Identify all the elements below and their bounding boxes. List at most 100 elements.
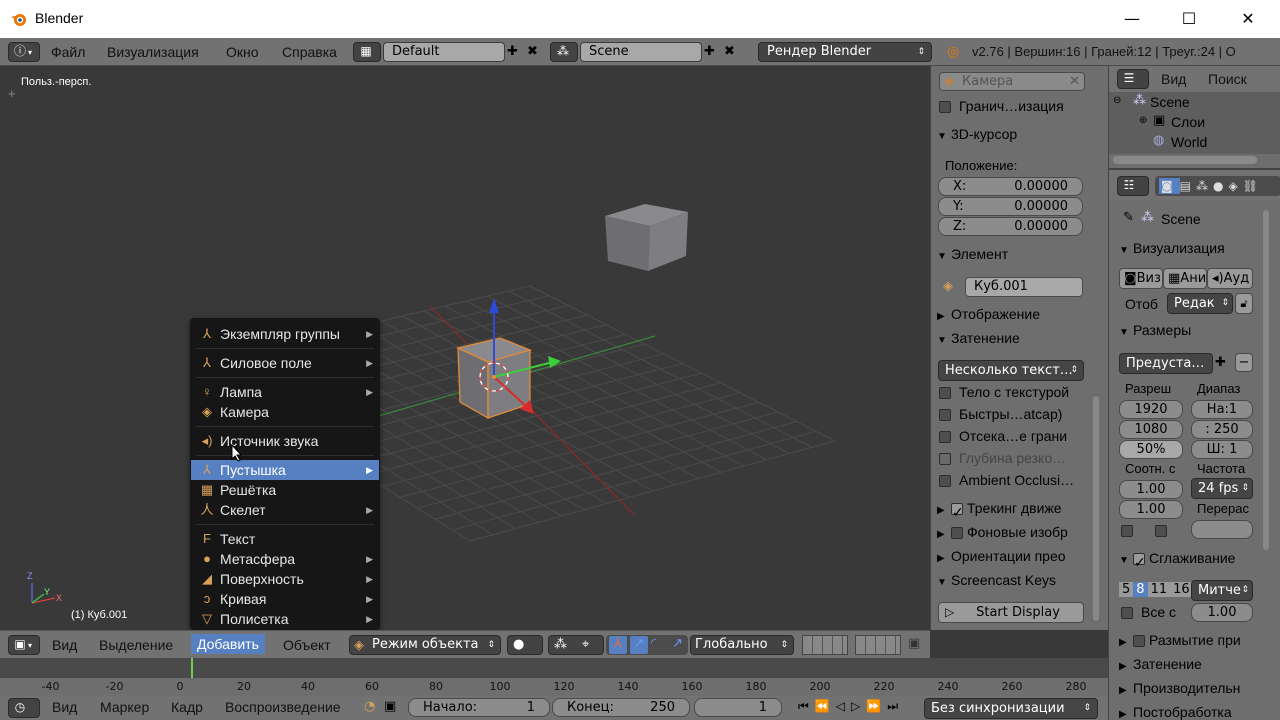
pivot-select[interactable]: ⁂ ⌖ [548,635,604,655]
remove-scene-icon[interactable]: ✖ [724,44,735,59]
aspect-y-field[interactable]: 1.00 [1119,500,1183,519]
full-sample-checkbox[interactable]: Все с [1121,604,1176,620]
editor-type-3d-button[interactable]: ▣ ▾ [8,635,40,655]
sync-mode-select[interactable]: Без синхронизации ⇕ [924,698,1098,719]
aspect-x-field[interactable]: 1.00 [1119,480,1183,499]
render-engine-select[interactable]: Рендер Blender ⇕ [758,42,932,62]
menu-object[interactable]: Объект [283,637,331,653]
resolution-percent-field[interactable]: 50% [1119,440,1183,459]
end-frame-field[interactable]: Конец: 250 [552,698,690,717]
add-layout-icon[interactable]: ✚ [507,44,518,59]
layers-tab-icon[interactable]: ▤ [1180,179,1196,193]
panel-post-processing-header[interactable]: ▶ Постобработка [1119,704,1280,720]
panel-transform-orientations-header[interactable]: ▶ Ориентации прео [937,548,1103,570]
jump-start-icon[interactable]: ⏮ [798,699,815,713]
viewport-plus-icon[interactable]: + [8,86,16,101]
matcap-checkbox[interactable]: Быстры…atcap) [939,406,1062,422]
menu-item-empty[interactable]: ⅄ Пустышка ▶ [191,460,379,480]
panel-antialiasing-header[interactable]: ▼ ✓ Сглаживание [1119,550,1280,572]
panel-shading-render-header[interactable]: ▶ Затенение [1119,656,1280,678]
outliner-type-button[interactable]: ☰ [1117,69,1149,89]
orientation-select[interactable]: Глобально ⇕ [690,635,794,655]
minimize-button[interactable]: — [1112,6,1152,32]
timeline[interactable]: -40 -20 0 20 40 60 80 100 120 140 160 180 200 220 240 2… [0,658,1108,696]
mode-select[interactable]: ◈ Режим объекта ⇕ [349,635,501,655]
close-button[interactable]: ✕ [1228,6,1268,32]
depth-of-field-checkbox[interactable]: Глубина резко… [939,450,1066,466]
shading-select[interactable]: ● [507,635,543,655]
menu-help[interactable]: Справка [282,44,337,60]
lock-layers-icon[interactable]: ▣ [908,636,920,651]
cursor-y-field[interactable]: Y: 0.00000 [938,197,1083,216]
menu-item-camera[interactable]: ◈ Камера [191,402,379,422]
sidebar-scrollbar[interactable] [1093,396,1099,621]
panel-background-images-header[interactable]: ▶ Фоновые изобр [937,524,1103,546]
render-animation-button[interactable]: ▦Ани [1163,268,1207,289]
scene-name-field[interactable]: Scene [580,42,702,62]
menu-item-force-field[interactable]: ⅄ Силовое поле ▶ [191,353,379,373]
layout-type-button[interactable]: ▦ [353,42,381,62]
remap-field[interactable] [1191,520,1253,539]
panel-screencast-header[interactable]: ▼ Screencast Keys [937,572,1103,594]
menu-add[interactable]: Добавить [191,634,265,654]
menu-item-lamp[interactable]: ♀ Лампа ▶ [191,382,379,402]
translate-icon[interactable]: ⅄ [609,636,627,654]
menu-view[interactable]: Вид [52,637,77,653]
timeline-track[interactable] [0,658,1108,678]
panel-motion-tracking-header[interactable]: ▶ ✓ Трекинг движе [937,500,1103,522]
scene-tab-icon[interactable]: ⁂ [1196,179,1213,193]
aa-samples[interactable]: 5 8 11 16 [1119,580,1193,600]
display-mode-select[interactable]: Редак ⇕ [1167,293,1233,314]
crop-checkbox[interactable] [1155,523,1175,538]
menu-item-metaball[interactable]: ● Метасфера ▶ [191,549,379,569]
properties-tabs[interactable]: ◙ ▤⁂●◈⛓ [1155,176,1280,196]
current-frame-field[interactable]: 1 [694,698,782,717]
menu-item-lattice[interactable]: ▦ Решётка [191,480,379,500]
aa-16[interactable]: 16 [1170,582,1193,597]
outliner-menu-view[interactable]: Вид [1161,71,1186,87]
resolution-y-field[interactable]: 1080 [1119,420,1183,439]
menu-select[interactable]: Выделение [99,637,173,653]
border-checkbox[interactable] [1121,523,1141,538]
menu-window[interactable]: Окно [226,44,259,60]
constraint-tab-icon[interactable]: ⛓ [1243,179,1263,193]
cursor-z-field[interactable]: Z: 0.00000 [938,217,1083,236]
playback-controls[interactable]: ⏮⏪◁▷⏩⏭ [798,699,904,714]
panel-dimensions-header[interactable]: ▼ Размеры [1119,322,1280,344]
manipulator-toggles[interactable]: ⅄ ↗ ◜ ↗ [606,635,688,655]
maximize-button[interactable]: ☐ [1169,6,1209,32]
remove-preset-icon[interactable]: − [1235,353,1253,372]
menu-render[interactable]: Визуализация [107,44,199,60]
menu-item-group-instance[interactable]: ⅄ Экземпляр группы ▶ [191,324,379,344]
start-frame-field[interactable]: Начало: 1 [408,698,550,717]
timeline-menu-marker[interactable]: Маркер [100,699,149,715]
aa-filter-select[interactable]: Митче ⇕ [1191,580,1253,601]
layers-group-1[interactable] [802,635,848,655]
rotate-arc-icon[interactable]: ◜ [651,636,656,651]
outliner-scene[interactable]: Scene [1150,94,1190,110]
lock-range-icon[interactable]: ▣ [384,699,396,714]
aa-8[interactable]: 8 [1133,582,1148,597]
prev-key-icon[interactable]: ⏪ [815,699,836,713]
outliner-layers[interactable]: Слои [1171,114,1205,130]
properties-type-button[interactable]: ☷ [1117,176,1149,196]
jump-end-icon[interactable]: ⏭ [887,699,904,713]
menu-item-armature[interactable]: ⼈ Скелет ▶ [191,500,379,520]
aa-5[interactable]: 5 [1119,582,1134,597]
rotate-icon[interactable]: ↗ [630,636,648,654]
render-tab-icon[interactable]: ◙ [1159,178,1180,194]
object-tab-icon[interactable]: ◈ [1228,179,1242,193]
3d-viewport[interactable]: + Польз.-персп. (1) Куб.001 Z X Y [0,66,930,630]
aa-11[interactable]: 11 [1147,582,1171,597]
render-image-button[interactable]: ◙Виз [1119,268,1163,289]
add-preset-icon[interactable]: ✚ [1215,355,1226,370]
menu-item-speaker[interactable]: ◂) Источник звука [191,431,379,451]
menu-file[interactable]: Файл [51,44,85,60]
ambient-occlusion-checkbox[interactable]: Ambient Occlusi… [939,472,1074,488]
menu-item-curve[interactable]: ɔ Кривая ▶ [191,589,379,609]
world-tab-icon[interactable]: ● [1213,179,1228,193]
menu-item-surface[interactable]: ◢ Поверхность ▶ [191,569,379,589]
lock-camera-field[interactable]: ◈ Камера ✕ [939,72,1085,91]
scale-icon[interactable]: ↗ [672,636,683,651]
frame-start-field[interactable]: На:1 [1191,400,1253,419]
